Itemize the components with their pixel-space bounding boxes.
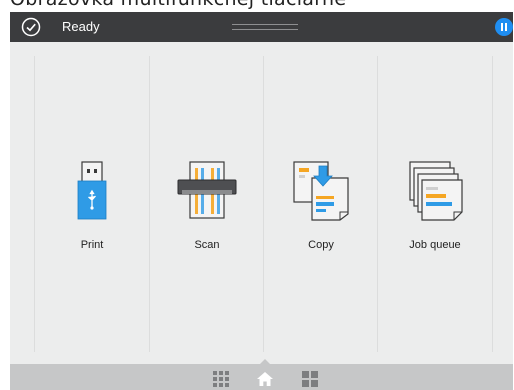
apps-grid-icon[interactable] (213, 371, 229, 387)
scanner-icon (177, 161, 237, 219)
tile-label: Job queue (409, 239, 461, 251)
tile-job-queue[interactable]: Job queue (378, 42, 492, 364)
tile-label: Scan (194, 239, 220, 251)
column-divider (492, 56, 493, 352)
home-indicator (260, 359, 270, 364)
page-caption: Obrazovka multifunkčnej tlačiarne (0, 0, 514, 10)
checkmark-circle-icon (21, 17, 41, 37)
job-queue-icon (409, 161, 463, 221)
status-bar: Ready (10, 12, 513, 42)
pause-button[interactable] (495, 18, 513, 36)
drag-handle[interactable] (232, 24, 298, 30)
tile-print[interactable]: Print (35, 42, 149, 364)
home-icon[interactable] (257, 371, 273, 387)
tile-scan[interactable]: Scan (150, 42, 264, 364)
usb-drive-icon (77, 161, 107, 220)
tile-copy[interactable]: Copy (264, 42, 378, 364)
widgets-icon[interactable] (302, 371, 318, 387)
tile-label: Print (80, 239, 104, 251)
copy-icon (293, 161, 349, 221)
tile-label: Copy (308, 239, 334, 251)
status-text: Ready (62, 19, 100, 34)
bottom-nav-bar (10, 359, 513, 390)
home-panel: Print Scan Copy Job queue (10, 42, 513, 364)
